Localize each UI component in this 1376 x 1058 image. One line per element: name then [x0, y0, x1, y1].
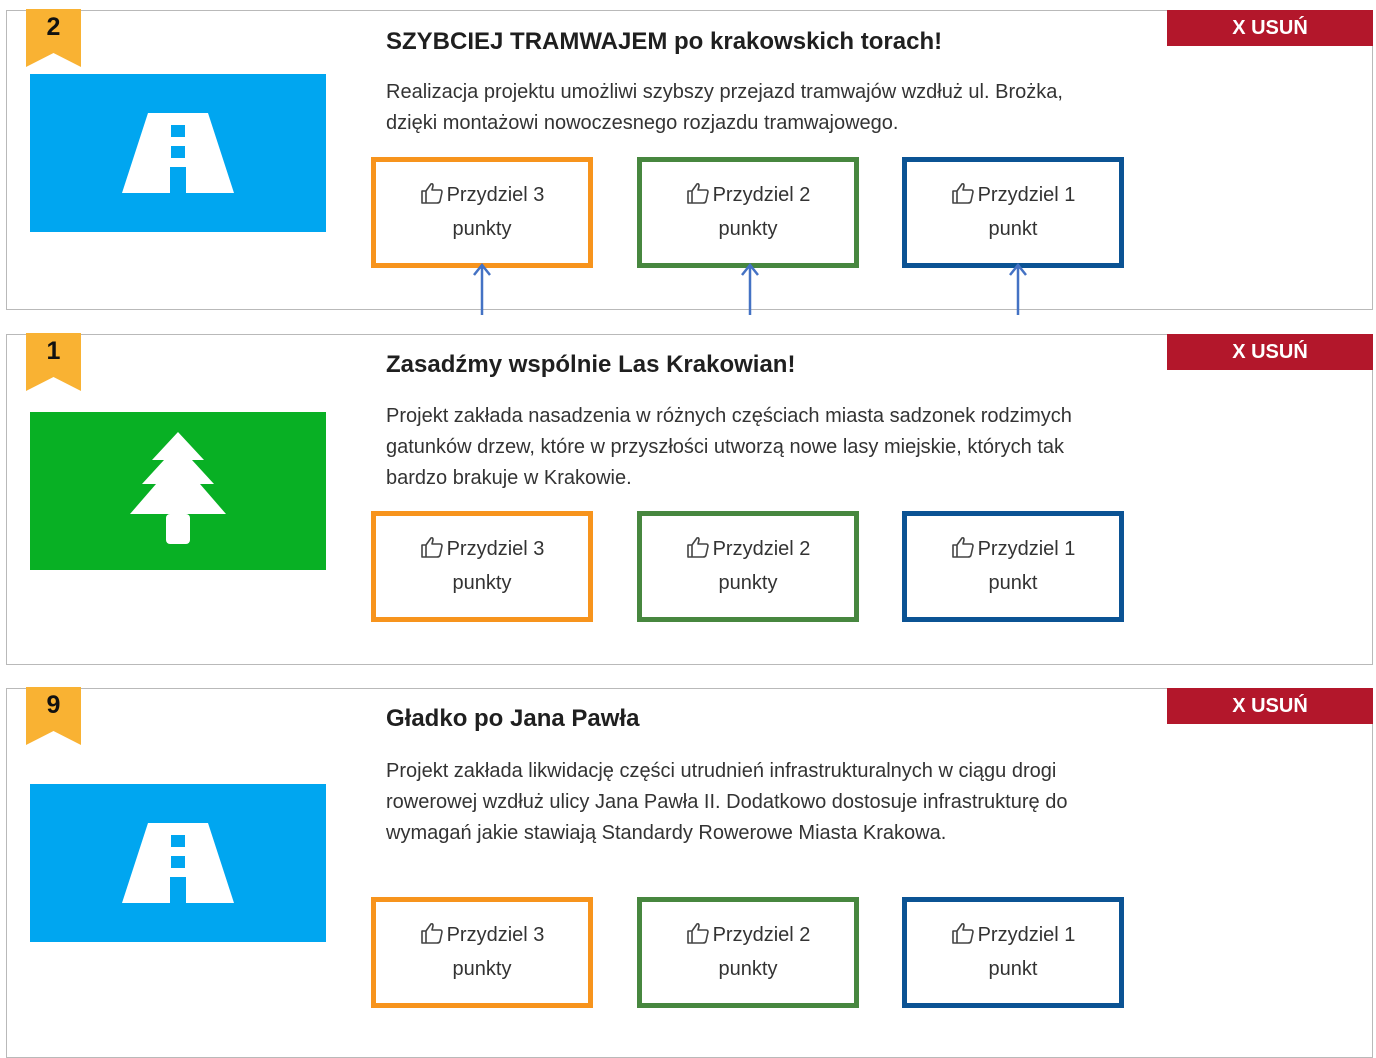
thumbs-up-icon — [686, 536, 710, 568]
vote-sublabel: punkt — [988, 218, 1038, 240]
vote-label: Przydziel 1 — [977, 538, 1076, 560]
remove-button[interactable]: X USUŃ — [1167, 10, 1373, 46]
thumbs-up-icon — [951, 182, 975, 214]
project-title: Gładko po Jana Pawła — [386, 705, 640, 732]
vote-label: Przydziel 3 — [446, 538, 545, 560]
project-card: 2 SZYBCIEJ TRAMWAJEM po krakowskich tora… — [6, 9, 1373, 310]
vote-sublabel: punkty — [718, 218, 778, 240]
vote-label: Przydziel 2 — [712, 538, 811, 560]
project-card: 1 Zasadźmy wspólnie Las Krakowian! Proje… — [6, 333, 1373, 665]
project-card: 9 Gładko po Jana Pawła Projekt zakłada l… — [6, 687, 1373, 1058]
thumbs-up-icon — [686, 182, 710, 214]
vote-sublabel: punkty — [718, 958, 778, 980]
vote-sublabel: punkt — [988, 572, 1038, 594]
annotation-arrow — [473, 262, 491, 315]
vote-label: Przydziel 3 — [446, 924, 545, 946]
assign-3-points-button[interactable]: Przydziel 3 punkty — [371, 511, 593, 622]
thumbs-up-icon — [686, 922, 710, 954]
thumbs-up-icon — [420, 922, 444, 954]
road-icon — [122, 113, 234, 193]
vote-label: Przydziel 1 — [977, 184, 1076, 206]
thumbs-up-icon — [420, 182, 444, 214]
project-thumbnail — [30, 74, 326, 232]
assign-2-points-button[interactable]: Przydziel 2 punkty — [637, 897, 859, 1008]
assign-1-point-button[interactable]: Przydziel 1 punkt — [902, 897, 1124, 1008]
rank-badge: 9 — [26, 687, 81, 745]
assign-2-points-button[interactable]: Przydziel 2 punkty — [637, 157, 859, 268]
assign-1-point-button[interactable]: Przydziel 1 punkt — [902, 157, 1124, 268]
thumbs-up-icon — [951, 536, 975, 568]
remove-button[interactable]: X USUŃ — [1167, 688, 1373, 724]
remove-button[interactable]: X USUŃ — [1167, 334, 1373, 370]
project-description: Realizacja projektu umożliwi szybszy prz… — [386, 81, 1063, 134]
vote-sublabel: punkt — [988, 958, 1038, 980]
thumbs-up-icon — [420, 536, 444, 568]
rank-number: 2 — [46, 13, 61, 41]
project-description: Projekt zakłada nasadzenia w różnych czę… — [386, 405, 1072, 489]
rank-number: 1 — [46, 337, 61, 365]
assign-1-point-button[interactable]: Przydziel 1 punkt — [902, 511, 1124, 622]
vote-sublabel: punkty — [718, 572, 778, 594]
vote-label: Przydziel 2 — [712, 184, 811, 206]
annotation-arrow — [741, 262, 759, 315]
thumbs-up-icon — [951, 922, 975, 954]
vote-sublabel: punkty — [452, 218, 512, 240]
rank-number: 9 — [46, 691, 61, 719]
project-thumbnail — [30, 412, 326, 570]
vote-label: Przydziel 3 — [446, 184, 545, 206]
project-thumbnail — [30, 784, 326, 942]
rank-badge: 2 — [26, 9, 81, 67]
assign-2-points-button[interactable]: Przydziel 2 punkty — [637, 511, 859, 622]
tree-icon — [130, 432, 226, 544]
project-title: Zasadźmy wspólnie Las Krakowian! — [386, 351, 796, 378]
assign-3-points-button[interactable]: Przydziel 3 punkty — [371, 157, 593, 268]
vote-sublabel: punkty — [452, 958, 512, 980]
vote-sublabel: punkty — [452, 572, 512, 594]
vote-label: Przydziel 1 — [977, 924, 1076, 946]
road-icon — [122, 823, 234, 903]
annotation-arrow — [1009, 262, 1027, 315]
project-title: SZYBCIEJ TRAMWAJEM po krakowskich torach… — [386, 28, 943, 55]
rank-badge: 1 — [26, 333, 81, 391]
project-description: Projekt zakłada likwidację części utrudn… — [386, 760, 1068, 844]
assign-3-points-button[interactable]: Przydziel 3 punkty — [371, 897, 593, 1008]
vote-label: Przydziel 2 — [712, 924, 811, 946]
